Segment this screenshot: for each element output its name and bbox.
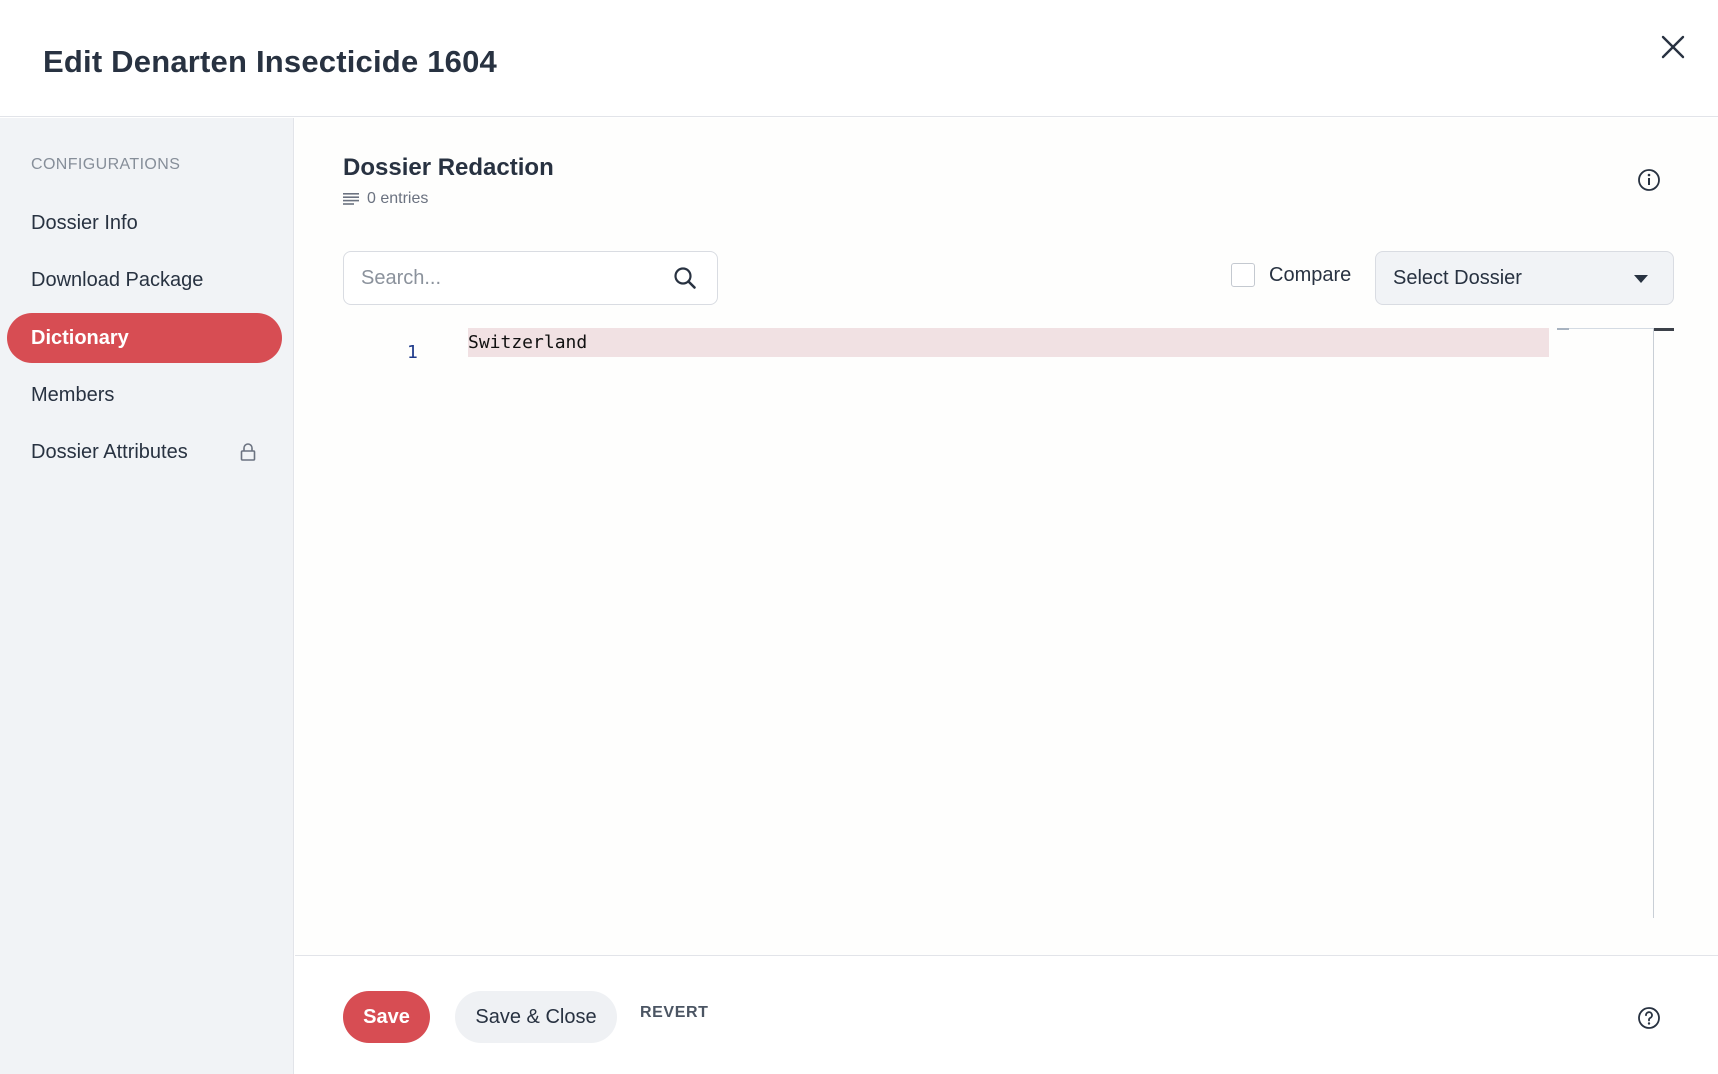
sidebar-heading: CONFIGURATIONS xyxy=(31,156,181,173)
editor-line-text[interactable]: Switzerland xyxy=(468,332,587,353)
dossier-select-value: Select Dossier xyxy=(1393,267,1522,289)
current-line-highlight xyxy=(468,328,1549,357)
close-button[interactable] xyxy=(1656,30,1690,64)
compare-toggle[interactable]: Compare xyxy=(1231,263,1351,287)
minimap-marker xyxy=(1557,328,1569,330)
sidebar-item-label: Dossier Attributes xyxy=(31,440,188,463)
info-button[interactable] xyxy=(1637,168,1661,192)
sidebar-item-label: Members xyxy=(31,383,115,406)
list-icon xyxy=(343,193,359,205)
sidebar-item-dictionary[interactable]: Dictionary xyxy=(7,313,282,363)
sidebar-item-dossier-attributes[interactable]: Dossier Attributes xyxy=(7,427,282,477)
caret-down-icon xyxy=(1634,275,1648,283)
entries-label: 0 entries xyxy=(367,190,429,207)
dialog-footer: Save Save & Close REVERT xyxy=(295,955,1718,1074)
entries-count: 0 entries xyxy=(343,190,428,208)
editor-scrollbar-thumb[interactable] xyxy=(1654,328,1674,331)
save-and-close-button[interactable]: Save & Close xyxy=(455,991,617,1043)
sidebar-item-dossier-info[interactable]: Dossier Info xyxy=(7,198,282,248)
sidebar-item-members[interactable]: Members xyxy=(7,370,282,420)
help-icon xyxy=(1638,1007,1660,1029)
help-button[interactable] xyxy=(1637,1006,1661,1030)
save-button[interactable]: Save xyxy=(343,991,430,1043)
sidebar-item-download-package[interactable]: Download Package xyxy=(7,255,282,305)
sidebar-item-label: Dossier Info xyxy=(31,211,138,234)
revert-button[interactable]: REVERT xyxy=(640,1004,709,1022)
search-box xyxy=(343,251,718,305)
minimap[interactable] xyxy=(1557,328,1653,329)
sidebar-item-label: Download Package xyxy=(31,268,204,291)
section-title: Dossier Redaction xyxy=(343,154,554,181)
editor-scrollbar-track[interactable] xyxy=(1653,328,1654,918)
dossier-select[interactable]: Select Dossier xyxy=(1375,251,1674,305)
line-number: 1 xyxy=(407,342,418,363)
info-icon xyxy=(1638,169,1660,191)
lock-icon xyxy=(240,443,256,461)
compare-checkbox[interactable] xyxy=(1231,263,1255,287)
search-icon[interactable] xyxy=(672,265,698,291)
sidebar: CONFIGURATIONS Dossier Info Download Pac… xyxy=(0,118,294,1074)
compare-label: Compare xyxy=(1269,263,1352,286)
sidebar-item-label: Dictionary xyxy=(31,326,129,349)
close-icon xyxy=(1661,35,1685,59)
main-panel: Dossier Redaction 0 entries Compare Sele… xyxy=(295,118,1718,955)
dictionary-editor[interactable]: 1 Switzerland xyxy=(343,328,1674,918)
dialog-header: Edit Denarten Insecticide 1604 xyxy=(0,0,1718,117)
search-input[interactable] xyxy=(361,252,661,304)
dialog-title: Edit Denarten Insecticide 1604 xyxy=(43,44,497,79)
